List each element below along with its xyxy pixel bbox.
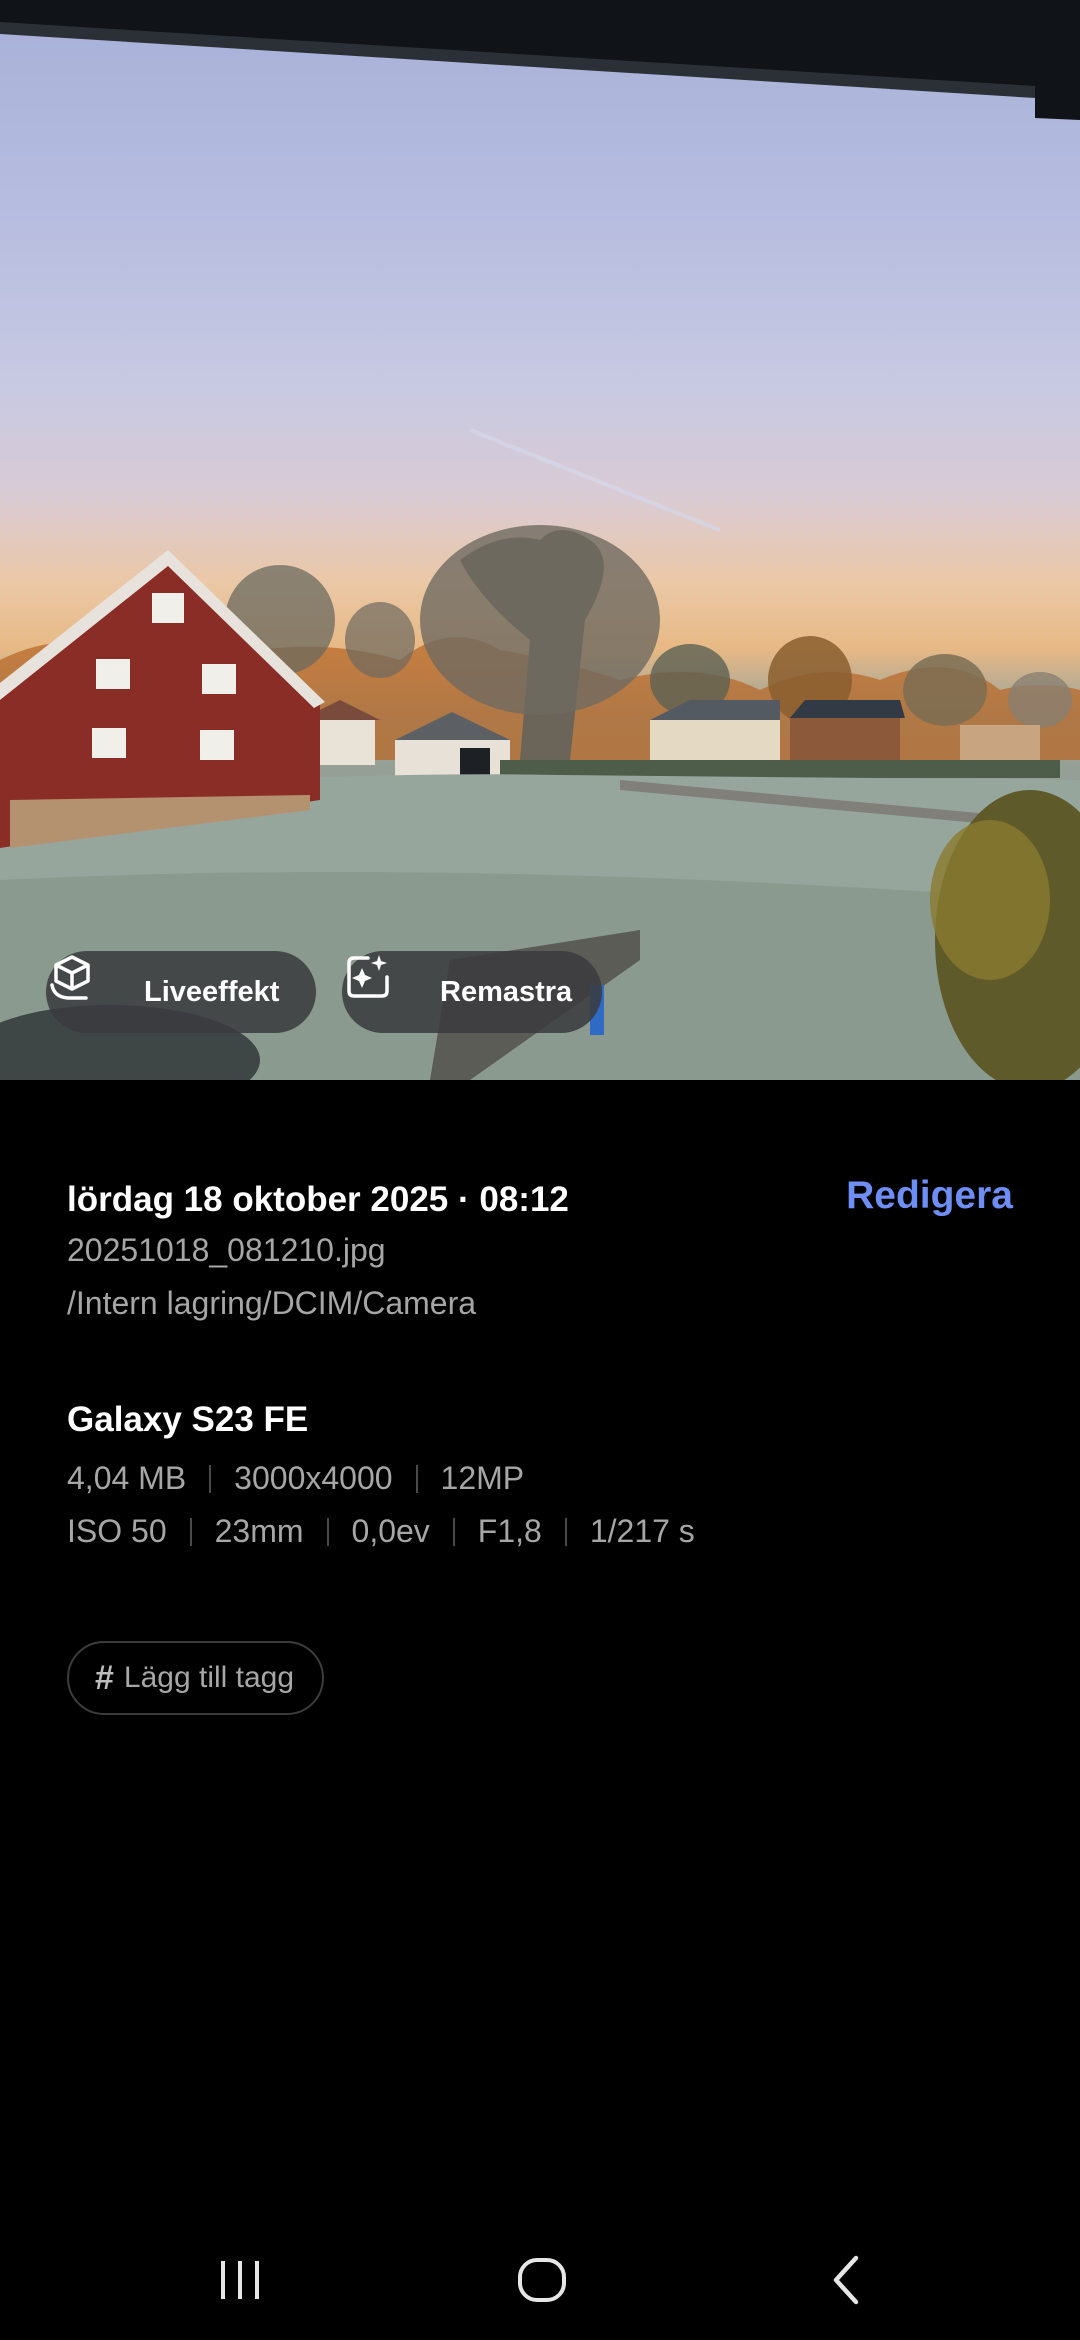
home-button[interactable]	[502, 2248, 582, 2312]
remaster-button[interactable]: Remastra	[342, 951, 602, 1033]
hash-icon: #	[95, 1658, 114, 1697]
photo-viewer[interactable]: Liveeffekt Remastra	[0, 0, 1080, 1080]
home-icon	[518, 2258, 566, 2302]
file-size: 4,04 MB	[67, 1460, 187, 1496]
file-path-text: /Intern lagring/DCIM/Camera	[67, 1285, 477, 1321]
divider	[209, 1464, 212, 1493]
navigation-bar	[0, 2220, 1080, 2340]
exposure-value: 0,0ev	[351, 1513, 430, 1549]
divider	[326, 1517, 329, 1546]
aperture: F1,8	[477, 1513, 542, 1549]
divider	[564, 1517, 567, 1546]
divider	[452, 1517, 455, 1546]
shutter-speed: 1/217 s	[589, 1513, 695, 1549]
iso-value: ISO 50	[67, 1513, 167, 1549]
divider	[189, 1517, 192, 1546]
cube-hand-icon	[50, 955, 128, 1018]
device-name: Galaxy S23 FE	[67, 1400, 309, 1439]
back-button[interactable]	[806, 2248, 886, 2312]
recents-button[interactable]	[200, 2248, 280, 2312]
date-time-text: lördag 18 oktober 2025 · 08:12	[67, 1180, 569, 1219]
photo-image	[0, 0, 1080, 1080]
back-icon	[833, 2255, 859, 2305]
live-effect-label: Liveeffekt	[144, 975, 280, 1008]
spec-row-file: 4,04 MB 3000x4000 12MP	[67, 1460, 524, 1497]
filename-text: 20251018_081210.jpg	[67, 1232, 386, 1268]
date-row: lördag 18 oktober 2025 · 08:12 Redigera	[67, 1170, 1013, 1230]
edit-button[interactable]: Redigera	[846, 1174, 1013, 1218]
megapixels: 12MP	[440, 1460, 525, 1496]
divider	[415, 1464, 418, 1493]
recents-icon	[221, 2261, 259, 2299]
resolution: 3000x4000	[234, 1460, 393, 1496]
live-effect-button[interactable]: Liveeffekt	[46, 951, 316, 1033]
spec-row-exposure: ISO 50 23mm 0,0ev F1,8 1/217 s	[67, 1513, 695, 1550]
remaster-label: Remastra	[440, 975, 573, 1008]
add-tag-label: Lägg till tagg	[123, 1661, 295, 1694]
add-tag-button[interactable]: # Lägg till tagg	[67, 1641, 325, 1715]
sparkle-frame-icon	[347, 955, 424, 1018]
focal-length: 23mm	[214, 1513, 304, 1549]
